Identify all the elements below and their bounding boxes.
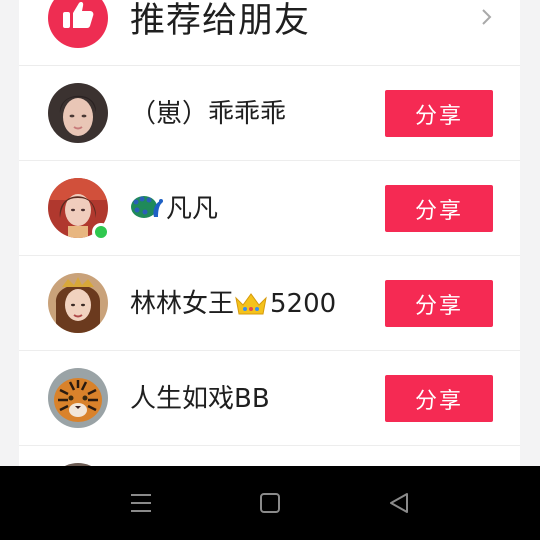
peacock-emoji (131, 196, 163, 218)
online-status-dot (92, 223, 110, 241)
chevron-right-icon[interactable] (477, 8, 497, 28)
avatar[interactable] (48, 83, 108, 143)
recommend-header[interactable]: 推荐给朋友 (19, 0, 520, 66)
contact-name: （崽）乖乖乖 (130, 99, 287, 129)
share-button[interactable]: 分享 (385, 185, 493, 232)
menu-icon[interactable] (128, 490, 154, 516)
share-button[interactable]: 分享 (385, 280, 493, 327)
contact-name: 人生如戏BB (130, 384, 270, 414)
contact-row[interactable] (19, 446, 520, 466)
avatar[interactable] (48, 273, 108, 333)
crown-emoji (235, 293, 267, 315)
share-sheet: 推荐给朋友 （崽）乖乖乖 分享 凡凡 分享 林林女王 5200 分享 人生如戏B… (19, 0, 520, 466)
contact-row[interactable]: 人生如戏BB 分享 (19, 351, 520, 446)
contact-row[interactable]: 林林女王 5200 分享 (19, 256, 520, 351)
header-title: 推荐给朋友 (130, 1, 311, 41)
thumbs-up-badge (48, 0, 108, 48)
avatar[interactable] (48, 368, 108, 428)
contact-row[interactable]: （崽）乖乖乖 分享 (19, 66, 520, 161)
thumbs-up-icon (63, 2, 94, 28)
contact-name: 凡凡 (130, 191, 218, 227)
home-square-icon[interactable] (257, 490, 283, 516)
share-button[interactable]: 分享 (385, 90, 493, 137)
contact-row[interactable]: 凡凡 分享 (19, 161, 520, 256)
back-triangle-icon[interactable] (386, 490, 412, 516)
share-button[interactable]: 分享 (385, 375, 493, 422)
system-navigation-bar (0, 466, 540, 540)
contact-name: 林林女王 5200 (130, 289, 337, 319)
